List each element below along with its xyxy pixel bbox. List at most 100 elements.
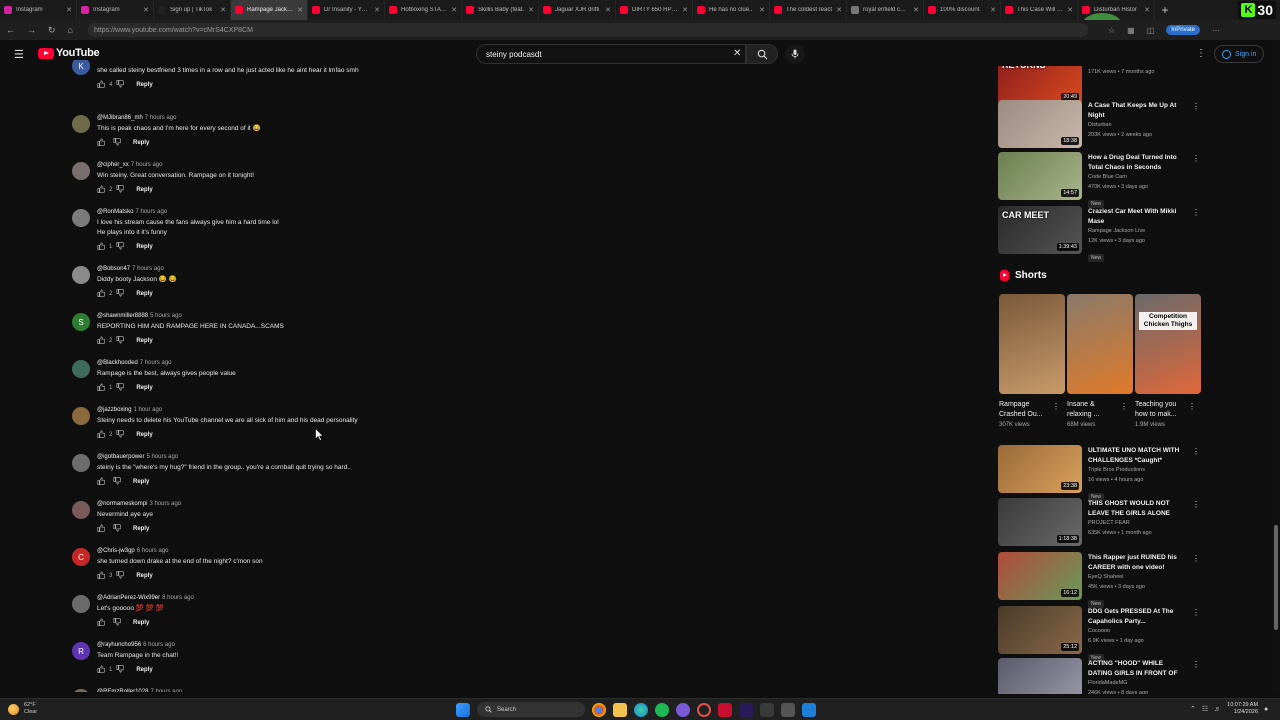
settings-kebab-icon[interactable]: ⋮	[1196, 48, 1206, 59]
network-icon[interactable]: ☷	[1202, 705, 1208, 713]
video-channel[interactable]: Code Blue Cam	[1088, 172, 1186, 182]
reply-button[interactable]: Reply	[136, 385, 152, 391]
comment-author[interactable]: @jazzboxing	[97, 407, 131, 413]
reply-button[interactable]: Reply	[136, 573, 152, 579]
extensions-icon[interactable]: ▦	[1127, 26, 1135, 35]
media-app-icon[interactable]	[760, 702, 774, 717]
reply-button[interactable]: Reply	[136, 338, 152, 344]
short-card[interactable]: Rampage Crashed Ou... 307K views ⋮	[999, 294, 1066, 428]
comment-time[interactable]: 5 hours ago	[150, 313, 182, 319]
more-icon[interactable]: ⋯	[1212, 26, 1220, 35]
like-thumb-up-icon[interactable]	[97, 138, 106, 148]
dislike-thumb-down-icon[interactable]	[113, 524, 122, 534]
video-menu-kebab-icon[interactable]: ⋮	[1192, 102, 1200, 111]
clock[interactable]: 10:07:29 AM 1/24/2026	[1227, 702, 1258, 716]
reply-button[interactable]: Reply	[136, 244, 152, 250]
tab-close-icon[interactable]: ✕	[451, 6, 457, 14]
video-title[interactable]: ACTING "HOOD" WHILE DATING GIRLS IN FRON…	[1088, 659, 1186, 678]
browser-tab[interactable]: 100% discount ✕	[924, 0, 1001, 20]
video-channel[interactable]: PROJECT FEAR	[1088, 518, 1186, 528]
short-menu-kebab-icon[interactable]: ⋮	[1120, 402, 1128, 411]
commenter-avatar[interactable]: K	[72, 60, 90, 75]
like-thumb-up-icon[interactable]	[97, 524, 106, 534]
reply-button[interactable]: Reply	[136, 82, 152, 88]
video-title[interactable]: THIS GHOST WOULD NOT LEAVE THE GIRLS ALO…	[1088, 499, 1186, 518]
commenter-avatar[interactable]	[72, 162, 90, 180]
dislike-thumb-down-icon[interactable]	[116, 80, 125, 90]
video-channel[interactable]: FloridaMadeMG	[1088, 678, 1186, 688]
comment-author[interactable]: @rayhuncho956	[97, 642, 141, 648]
commenter-avatar[interactable]: R	[72, 642, 90, 660]
reply-button[interactable]: Reply	[133, 620, 149, 626]
tab-close-icon[interactable]: ✕	[682, 6, 688, 14]
reply-button[interactable]: Reply	[136, 187, 152, 193]
like-thumb-up-icon[interactable]	[97, 665, 106, 675]
video-thumbnail[interactable]: 16:12	[998, 552, 1082, 600]
comment-author[interactable]: @MJibran86_mh	[97, 115, 143, 121]
dislike-thumb-down-icon[interactable]	[113, 477, 122, 487]
like-thumb-up-icon[interactable]	[97, 618, 106, 628]
video-thumbnail[interactable]: 1:18:38	[998, 498, 1082, 546]
comment-time[interactable]: 7 hours ago	[145, 115, 177, 121]
comment-time[interactable]: 6 hours ago	[137, 548, 169, 554]
commenter-avatar[interactable]	[72, 360, 90, 378]
edge-icon[interactable]	[634, 702, 648, 717]
video-menu-kebab-icon[interactable]: ⋮	[1192, 447, 1200, 456]
browser-tab[interactable]: Skillis Baby (feat. ✕	[462, 0, 539, 20]
short-thumbnail[interactable]	[999, 294, 1065, 394]
video-channel[interactable]: Cocoooo	[1088, 626, 1186, 636]
tab-close-icon[interactable]: ✕	[66, 6, 72, 14]
favorites-star-icon[interactable]: ☆	[1108, 26, 1115, 35]
commenter-avatar[interactable]: C	[72, 548, 90, 566]
comment-time[interactable]: 7 hours ago	[131, 162, 163, 168]
browser-tab[interactable]: Instagram ✕	[77, 0, 154, 20]
video-menu-kebab-icon[interactable]: ⋮	[1192, 66, 1200, 67]
like-thumb-up-icon[interactable]	[97, 336, 106, 346]
browser-tab[interactable]: Sign up | TikTok ✕	[154, 0, 231, 20]
browser-tab[interactable]: He has no clue.. ✕	[693, 0, 770, 20]
tab-close-icon[interactable]: ✕	[528, 6, 534, 14]
tab-close-icon[interactable]: ✕	[913, 6, 919, 14]
scrollbar-thumb[interactable]	[1274, 525, 1278, 630]
back-icon[interactable]: ←	[6, 25, 15, 36]
youtube-logo[interactable]: YouTube	[38, 47, 100, 59]
short-title[interactable]: Rampage Crashed Ou...	[999, 400, 1051, 420]
commenter-avatar[interactable]	[72, 501, 90, 519]
related-video-card[interactable]: 18:38 A Case That Keeps Me Up At Night Dis…	[998, 100, 1208, 150]
related-video-card[interactable]: CAR MEET 1:39:43 Craziest Car Meet With Mi…	[998, 206, 1208, 262]
video-title[interactable]: A Case That Keeps Me Up At Night	[1088, 101, 1186, 120]
reply-button[interactable]: Reply	[133, 479, 149, 485]
commenter-avatar[interactable]: S	[72, 313, 90, 331]
video-menu-kebab-icon[interactable]: ⋮	[1192, 608, 1200, 617]
url-field[interactable]: https://www.youtube.com/watch?v=cMrS4CXP…	[88, 23, 1088, 37]
browser-tab[interactable]: Rampage Jackson ✕	[231, 0, 308, 20]
dislike-thumb-down-icon[interactable]	[116, 289, 125, 299]
dislike-thumb-down-icon[interactable]	[116, 571, 125, 581]
sign-in-button[interactable]: Sign in	[1214, 45, 1265, 63]
browser-tab[interactable]: Dr Insanity - YouT ✕	[308, 0, 385, 20]
browser-tab[interactable]: Instagram ✕	[0, 0, 77, 20]
comment-time[interactable]: 1 hour ago	[133, 407, 162, 413]
like-thumb-up-icon[interactable]	[97, 242, 106, 252]
video-thumbnail[interactable]	[998, 658, 1082, 694]
commenter-avatar[interactable]	[72, 407, 90, 425]
collections-icon[interactable]: ◫	[1147, 26, 1155, 35]
page-scrollbar[interactable]	[1272, 40, 1280, 692]
like-thumb-up-icon[interactable]	[97, 571, 106, 581]
short-menu-kebab-icon[interactable]: ⋮	[1188, 402, 1196, 411]
related-video-card[interactable]: 1:18:38 THIS GHOST WOULD NOT LEAVE THE GI…	[998, 498, 1208, 548]
reply-button[interactable]: Reply	[136, 432, 152, 438]
video-channel[interactable]: Triple Bros Productions	[1088, 465, 1186, 475]
video-title[interactable]: ULTIMATE UNO MATCH WITH CHALLENGES *Caug…	[1088, 446, 1186, 465]
commenter-avatar[interactable]	[72, 689, 90, 692]
dislike-thumb-down-icon[interactable]	[116, 242, 125, 252]
app-icon-purple[interactable]	[676, 702, 690, 717]
dislike-thumb-down-icon[interactable]	[116, 430, 125, 440]
home-icon[interactable]: ⌂	[68, 25, 73, 36]
vscode-icon[interactable]	[802, 702, 816, 717]
inprivate-badge[interactable]: InPrivate	[1166, 25, 1200, 35]
video-thumbnail[interactable]: 23:38	[998, 445, 1082, 493]
tab-close-icon[interactable]: ✕	[143, 6, 149, 14]
comment-author[interactable]: @Chris-jw3gp	[97, 548, 135, 554]
short-title[interactable]: Teaching you how to mak...	[1135, 400, 1187, 420]
